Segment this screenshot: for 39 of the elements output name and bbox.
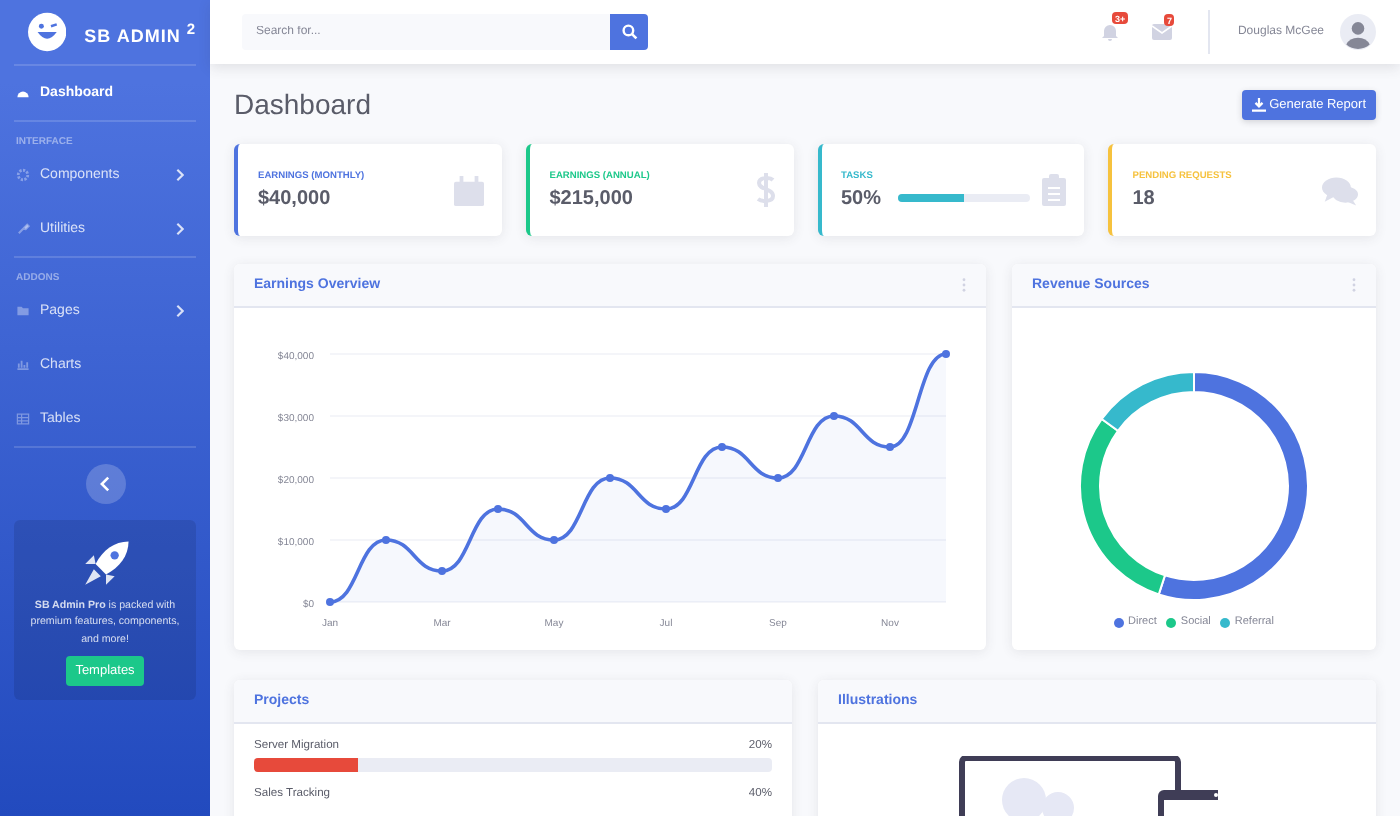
- gauge-icon: [16, 86, 30, 100]
- bar-chart-icon: [16, 358, 30, 372]
- stat-value: 50%: [841, 187, 882, 209]
- stat-value: 18: [1132, 187, 1155, 209]
- rocket-icon: [79, 538, 131, 590]
- data-point: [438, 567, 446, 575]
- sidebar-toggle-button[interactable]: [85, 464, 125, 504]
- data-point: [606, 474, 614, 482]
- data-point: [830, 412, 838, 420]
- wrench-icon: [16, 222, 30, 236]
- data-point: [494, 505, 502, 513]
- data-point: [326, 598, 334, 606]
- data-point: [662, 505, 670, 513]
- download-icon: [1251, 97, 1266, 111]
- data-point: [886, 443, 894, 451]
- data-point: [382, 536, 390, 544]
- dollar-icon: [755, 172, 775, 208]
- data-point: [774, 474, 782, 482]
- bell-icon[interactable]: [1099, 22, 1120, 42]
- page-title: Dashboard: [234, 88, 371, 120]
- data-point: [942, 350, 950, 358]
- folder-icon: [16, 304, 30, 318]
- progress-bar: [897, 194, 1030, 202]
- data-point: [718, 443, 726, 451]
- laughing-face-icon: [28, 12, 67, 52]
- envelope-icon[interactable]: [1151, 24, 1172, 40]
- avatar-icon[interactable]: [1340, 14, 1376, 50]
- data-point: [550, 536, 558, 544]
- brand-name[interactable]: SB ADMIN $^{2}$: [84, 19, 196, 45]
- clipboard-icon: [1042, 174, 1067, 206]
- search-icon: [621, 24, 637, 40]
- stat-value: $215,000: [549, 187, 633, 209]
- stat-value: $40,000: [258, 187, 331, 209]
- search-button[interactable]: [610, 14, 648, 50]
- gear-icon: [16, 168, 30, 182]
- chevron-left-icon: [100, 476, 110, 492]
- table-icon: [16, 412, 30, 426]
- chat-bubbles-icon: [1322, 175, 1358, 205]
- calendar-icon: [453, 175, 484, 205]
